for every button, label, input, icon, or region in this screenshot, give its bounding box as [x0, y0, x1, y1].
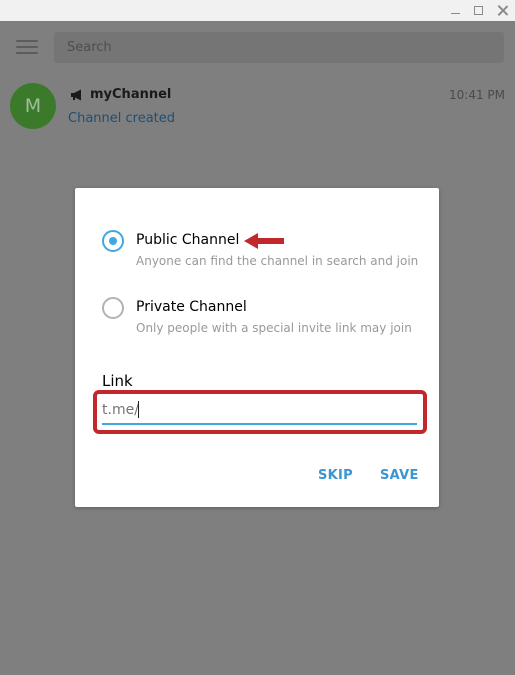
private-channel-radio[interactable] — [102, 297, 124, 319]
sidebar-topbar: Search — [0, 21, 515, 75]
megaphone-channel-icon — [71, 89, 81, 101]
chat-name: myChannel — [90, 87, 172, 102]
avatar: M — [10, 83, 56, 129]
red-arrow-annotation — [244, 233, 284, 249]
public-channel-radio[interactable] — [102, 230, 124, 252]
chat-list-item[interactable]: M myChannel 10:41 PM Channel created — [0, 75, 515, 137]
window-titlebar — [0, 0, 515, 21]
private-channel-description: Only people with a special invite link m… — [136, 321, 412, 335]
public-channel-description: Anyone can find the channel in search an… — [136, 254, 419, 268]
search-input[interactable]: Search — [54, 32, 504, 63]
public-channel-label[interactable]: Public Channel — [136, 232, 239, 248]
skip-button[interactable]: SKIP — [318, 468, 353, 483]
hamburger-menu-icon[interactable] — [16, 40, 38, 56]
channel-type-dialog: Public Channel Anyone can find the chann… — [75, 188, 439, 507]
private-channel-label[interactable]: Private Channel — [136, 299, 247, 315]
link-label: Link — [102, 372, 133, 390]
save-button[interactable]: SAVE — [380, 468, 419, 483]
close-icon[interactable] — [490, 0, 514, 21]
chat-preview: Channel created — [68, 111, 176, 126]
link-input[interactable] — [102, 397, 417, 425]
search-placeholder: Search — [67, 40, 112, 55]
maximize-icon[interactable] — [466, 0, 490, 21]
minimize-icon[interactable] — [443, 0, 467, 21]
text-caret — [138, 401, 139, 418]
chat-time: 10:41 PM — [449, 88, 505, 102]
